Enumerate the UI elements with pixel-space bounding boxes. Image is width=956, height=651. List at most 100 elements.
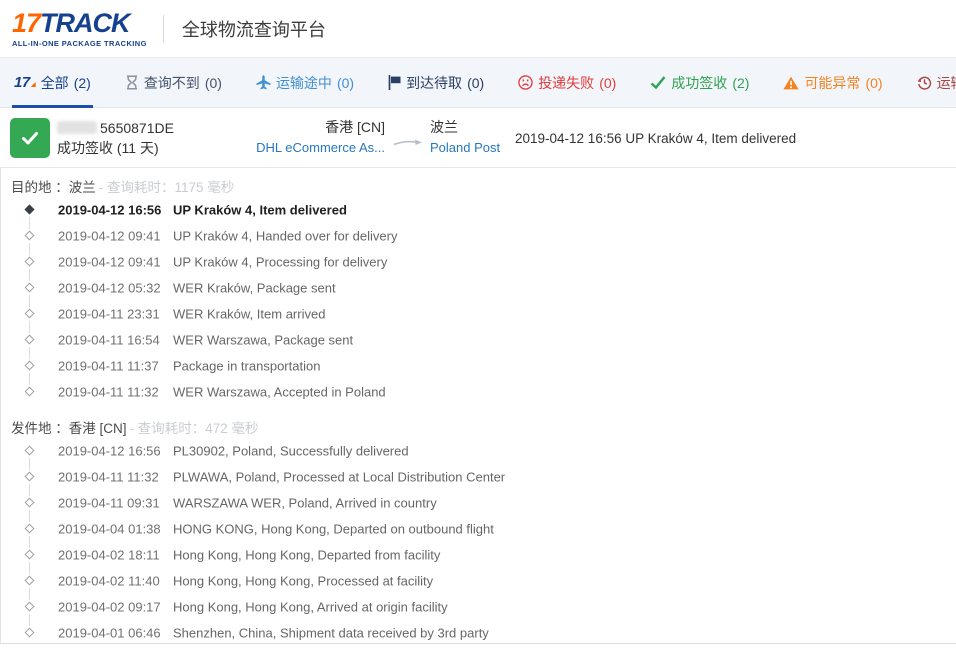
tab-label: 成功签收 — [671, 73, 727, 93]
event-description: WER Kraków, Package sent — [173, 281, 336, 296]
event-description: Hong Kong, Hong Kong, Departed from faci… — [173, 548, 440, 563]
section-title: 发件地 ：香港 [CN]- 查询耗时：472 毫秒 — [1, 409, 956, 438]
event-time: 2019-04-12 05:32 — [58, 281, 161, 296]
event-description: Shenzhen, China, Shipment data received … — [173, 626, 489, 641]
latest-event-summary: 2019-04-12 16:56 UP Kraków 4, Item deliv… — [515, 108, 796, 168]
tab-exception[interactable]: 可能异常 (0) — [781, 58, 884, 107]
logo-wordmark: 17TRACK — [12, 10, 147, 37]
timeline-diamond-icon — [25, 256, 35, 266]
tab-label: 可能异常 — [804, 73, 860, 93]
tracking-event-row: 2019-04-12 05:32 WER Kraków, Package sent — [1, 275, 956, 301]
tab-label: 投递失败 — [538, 73, 594, 93]
event-description: HONG KONG, Hong Kong, Departed on outbou… — [173, 522, 494, 537]
timeline-diamond-icon — [25, 497, 35, 507]
event-description: WER Warszawa, Package sent — [173, 333, 353, 348]
timeline-diamond-icon — [25, 308, 35, 318]
event-description: WARSZAWA WER, Poland, Arrived in country — [173, 496, 437, 511]
logo-17-text: 17 — [12, 8, 40, 38]
tab-label: 到达待取 — [406, 73, 462, 93]
section-title: 目的地 ：波兰- 查询耗时：1175 毫秒 — [1, 168, 956, 197]
timeline-section-origin: 发件地 ：香港 [CN]- 查询耗时：472 毫秒2019-04-12 16:5… — [1, 409, 956, 644]
tracking-event-row: 2019-04-02 18:11 Hong Kong, Hong Kong, De… — [1, 542, 956, 568]
sad-face-icon — [518, 75, 533, 90]
event-time: 2019-04-12 09:41 — [58, 255, 161, 270]
header-divider — [163, 15, 164, 43]
tab-count: (0) — [467, 75, 484, 91]
destination-region: 波兰 — [430, 117, 500, 138]
logo-17-icon: 17 — [14, 74, 36, 91]
warning-icon — [783, 76, 799, 90]
timeline-diamond-icon — [25, 549, 35, 559]
hourglass-icon — [125, 75, 139, 90]
event-time: 2019-04-11 23:31 — [58, 307, 160, 322]
tracking-event-row: 2019-04-01 06:46 Shenzhen, China, Shipmen… — [1, 620, 956, 644]
tracking-event-row: 2019-04-11 09:31WARSZAWA WER, Poland, Ar… — [1, 490, 956, 516]
tab-label: 查询不到 — [144, 73, 200, 93]
tab-expired[interactable]: 运输过久(0) — [915, 58, 956, 107]
event-description: PLWAWA, Poland, Processed at Local Distr… — [173, 470, 505, 485]
event-time: 2019-04-01 06:46 — [58, 626, 161, 641]
timeline-diamond-icon — [25, 204, 35, 214]
tracking-event-row: 2019-04-04 01:38HONG KONG, Hong Kong, De… — [1, 516, 956, 542]
timeline-diamond-icon — [25, 334, 35, 344]
event-time: 2019-04-02 11:40 — [58, 574, 160, 589]
destination-carrier-link[interactable]: Poland Post — [430, 138, 500, 158]
tracking-event-row: 2019-04-11 16:54 WER Warszawa, Package se… — [1, 327, 956, 353]
tracking-event-row: 2019-04-11 11:32WER Warszawa, Accepted i… — [1, 379, 956, 405]
tracking-number-line: 5650871DE — [57, 117, 174, 138]
tab-failed[interactable]: 投递失败(0) — [516, 58, 618, 107]
event-time: 2019-04-11 16:54 — [58, 333, 160, 348]
timeline-diamond-icon — [25, 445, 35, 455]
tab-pickup[interactable]: 到达待取 (0) — [386, 58, 486, 107]
tracking-event-row: 2019-04-12 09:41UP Kraków 4, Handed over… — [1, 223, 956, 249]
timeline-diamond-icon — [25, 471, 35, 481]
redacted-tracking-prefix — [57, 121, 97, 134]
event-time: 2019-04-02 18:11 — [58, 548, 160, 563]
section-query-time: - 查询耗时：1175 毫秒 — [99, 180, 235, 195]
origin-region: 香港 [CN] — [225, 117, 385, 138]
tab-count: (2) — [732, 75, 749, 91]
site-logo[interactable]: 17TRACK ALL-IN-ONE PACKAGE TRACKING — [12, 10, 147, 48]
tab-count: (0) — [865, 75, 882, 91]
section-title-text: 目的地 ：波兰 — [11, 180, 96, 195]
tracking-event-row: 2019-04-12 09:41 UP Kraków 4, Processing … — [1, 249, 956, 275]
tab-not-found[interactable]: 查询不到 (0) — [123, 58, 224, 107]
tab-label: 全部 — [41, 73, 69, 93]
timeline-section-destination: 目的地 ：波兰- 查询耗时：1175 毫秒 2019-04-12 16:56 UP … — [1, 168, 956, 405]
event-description: Hong Kong, Hong Kong, Arrived at origin … — [173, 600, 448, 615]
check-icon — [650, 76, 666, 89]
section-title-text: 发件地 ：香港 [CN] — [11, 421, 127, 436]
tracking-event-row: 2019-04-02 11:40 Hong Kong, Hong Kong, Pr… — [1, 568, 956, 594]
tracking-event-row: 2019-04-02 09:17Hong Kong, Hong Kong, Ar… — [1, 594, 956, 620]
tab-delivered[interactable]: 成功签收 (2) — [648, 58, 751, 107]
tracking-details: 目的地 ：波兰- 查询耗时：1175 毫秒 2019-04-12 16:56 UP … — [0, 168, 956, 644]
tab-all[interactable]: 17 全部 (2) — [12, 58, 93, 107]
event-description: UP Kraków 4, Handed over for delivery — [173, 229, 397, 244]
tab-label: 运输途中 — [276, 73, 332, 93]
event-description: WER Warszawa, Accepted in Poland — [173, 385, 386, 400]
event-description: UP Kraków 4, Item delivered — [173, 203, 347, 218]
page-title: 全球物流查询平台 — [182, 16, 326, 42]
status-filter-tabbar: 17全部(2)查询不到(0)运输途中(0)到达待取(0)投递失败(0)成功签收(… — [0, 57, 956, 108]
tracking-number: 5650871DE — [100, 120, 174, 136]
logo-tagline: ALL-IN-ONE PACKAGE TRACKING — [12, 40, 147, 48]
event-description: Hong Kong, Hong Kong, Processed at facil… — [173, 574, 433, 589]
tab-in-transit[interactable]: 运输途中(0) — [254, 58, 356, 107]
tracking-event-row: 2019-04-11 11:37Package in transportatio… — [1, 353, 956, 379]
timeline-diamond-icon — [25, 523, 35, 533]
origin-carrier-link[interactable]: DHL eCommerce As... — [256, 138, 385, 158]
delivered-check-icon — [10, 118, 50, 158]
timeline-diamond-icon — [25, 601, 35, 611]
event-time: 2019-04-11 11:37 — [58, 359, 159, 374]
tab-count: (0) — [205, 75, 222, 91]
event-description: UP Kraków 4, Processing for delivery — [173, 255, 387, 270]
route-arrow-icon — [393, 134, 423, 152]
tracking-event-row: 2019-04-12 16:56PL30902, Poland, Success… — [1, 438, 956, 464]
package-summary-row[interactable]: 5650871DE 成功签收 (11 天) 香港 [CN] DHL eComme… — [0, 108, 956, 168]
tab-count: (2) — [74, 75, 91, 91]
package-status-label: 成功签收 (11 天) — [57, 138, 174, 159]
timeline-diamond-icon — [25, 627, 35, 637]
app-root: 17TRACK ALL-IN-ONE PACKAGE TRACKING 全球物流… — [0, 0, 956, 651]
event-time: 2019-04-12 16:56 — [58, 203, 161, 218]
timeline-diamond-icon — [25, 282, 35, 292]
